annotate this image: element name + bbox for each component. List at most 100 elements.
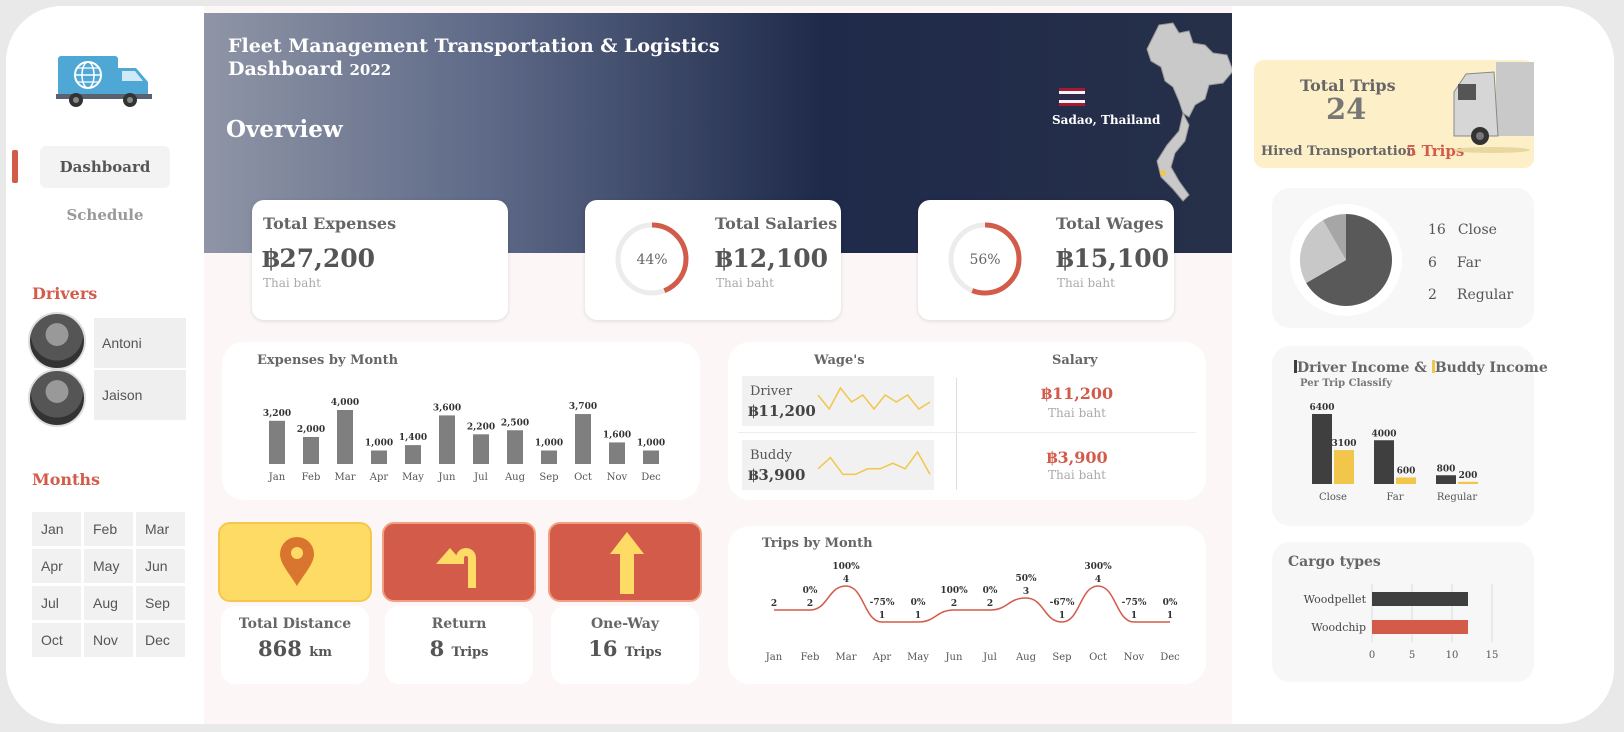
sparkline <box>817 386 931 411</box>
cargo-bar-chart: 0 5 10 15 Woodpellet Woodchip <box>1304 584 1498 661</box>
month-button[interactable]: Mar <box>136 512 185 546</box>
kpi-value: ฿12,100 <box>715 244 829 273</box>
distance-tile <box>218 522 372 602</box>
point-value-label: 2 <box>951 599 957 609</box>
point-value-label: 1 <box>1131 611 1137 621</box>
point-pct-label: 100% <box>940 586 968 596</box>
tile-label: One-Way <box>590 616 660 632</box>
trip-distance-box: 16 Close 6 Far 2 Regular <box>1272 188 1534 328</box>
wage-name: Driver <box>750 384 793 399</box>
month-button[interactable]: Jun <box>136 549 185 583</box>
x-tick-label: 0 <box>1369 650 1375 661</box>
months-title: Months <box>32 470 101 489</box>
overview-heading: Overview <box>226 116 343 143</box>
driver-sparkline <box>817 386 931 411</box>
cargo-bar <box>1372 620 1468 634</box>
month-button[interactable]: Sep <box>136 586 185 620</box>
bar-data-label: 800 <box>1437 464 1456 474</box>
tile-label: Return <box>431 616 487 632</box>
point-pct-label: 0% <box>1163 598 1178 608</box>
tile-value-row: 868 km <box>221 636 369 661</box>
expense-bar <box>473 434 489 464</box>
semi-truck-icon <box>1453 62 1534 153</box>
buddy-sparkline <box>817 450 931 476</box>
legend-count: 16 <box>1428 222 1446 238</box>
x-tick-label: Jul <box>982 652 997 663</box>
salary-unit: Thai baht <box>1048 406 1106 420</box>
bar-data-label: 1,600 <box>603 430 631 440</box>
thailand-flag-icon <box>1059 88 1085 106</box>
month-button[interactable]: Apr <box>32 549 81 583</box>
month-button[interactable]: Jan <box>32 512 81 546</box>
month-button[interactable]: Oct <box>32 623 81 657</box>
expense-bar <box>575 414 591 464</box>
tile-value: 16 <box>588 636 618 661</box>
income-bar <box>1312 414 1332 484</box>
income-bar <box>1458 481 1478 484</box>
x-tick-label: Jan <box>765 652 783 663</box>
bar-data-label: 3,700 <box>569 402 597 412</box>
salaries-donut: 44% <box>615 222 689 296</box>
month-button[interactable]: Dec <box>136 623 185 657</box>
expense-bar <box>439 415 455 464</box>
x-tick-label: Mar <box>836 652 857 663</box>
expense-bar <box>643 450 659 464</box>
bar-data-label: 4,000 <box>331 398 359 408</box>
point-pct-label: 100% <box>832 562 860 572</box>
wage-row-driver: Driver ฿11,200 <box>742 376 934 426</box>
x-tick-label: Sep <box>539 472 558 483</box>
legend-label: Regular <box>1456 287 1514 303</box>
legend-count: 2 <box>1428 287 1437 303</box>
x-tick-label: Jul <box>473 472 488 483</box>
wages-donut: 56% <box>948 222 1022 296</box>
hired-label: Hired Transportation <box>1261 144 1416 159</box>
trips-line-chart: 2 Jan 2 0% Feb 4 100% Mar 1 -75% Apr 1 0% May 2 100% Jun… <box>765 562 1180 663</box>
total-trips-value: 24 <box>1326 92 1367 126</box>
pie-legend-close: 16 Close <box>1428 222 1497 238</box>
kpi-total-wages: 56% Total Wages ฿15,100 Thai baht <box>918 200 1174 320</box>
donut-percent: 44% <box>636 252 667 268</box>
nav-schedule[interactable]: Schedule <box>40 194 170 236</box>
kpi-total-expenses: Total Expenses ฿27,200 Thai baht <box>252 200 508 320</box>
driver-item-antoni[interactable]: Antoni <box>94 318 186 368</box>
x-tick-label: Oct <box>1089 652 1107 663</box>
expense-bar <box>337 410 353 464</box>
wage-salary-panel: Wage's Salary Driver ฿11,200 Buddy ฿3,90… <box>728 342 1206 500</box>
month-button[interactable]: Aug <box>84 586 133 620</box>
month-button[interactable]: Feb <box>84 512 133 546</box>
expenses-by-month-panel: Expenses by Month 3,200 Jan 2,000 Feb 4,000 M… <box>222 342 700 500</box>
tile-value: 868 <box>258 636 302 661</box>
one-way-tile <box>548 522 702 602</box>
bar-data-label: 1,400 <box>399 433 427 443</box>
sidebar: Dashboard Schedule Drivers Antoni Jaison… <box>6 6 204 724</box>
kpi-value: ฿15,100 <box>1056 244 1170 273</box>
x-tick-label: Nov <box>1124 652 1145 663</box>
expense-bar <box>303 437 319 464</box>
driver-item-jaison[interactable]: Jaison <box>94 370 186 420</box>
bar-data-label: 4000 <box>1371 429 1396 439</box>
wage-name: Buddy <box>750 448 792 463</box>
tile-value: 8 <box>429 636 445 661</box>
month-button[interactable]: Jul <box>32 586 81 620</box>
month-button[interactable]: Nov <box>84 623 133 657</box>
x-tick-label: Nov <box>607 472 628 483</box>
salary-unit: Thai baht <box>1048 468 1106 482</box>
total-trips-card: Total Trips 24 Hired Transportation 5 Tr… <box>1254 60 1534 168</box>
nav-dashboard[interactable]: Dashboard <box>40 146 170 188</box>
income-bar <box>1396 477 1416 484</box>
income-bar <box>1334 450 1354 484</box>
arrow-up-icon <box>610 532 644 594</box>
cargo-box: Cargo types 0 5 10 15 Woodpellet Woodchip <box>1272 542 1534 682</box>
x-tick-label: Feb <box>302 472 321 483</box>
x-tick-label: Sep <box>1052 652 1071 663</box>
legend-count: 6 <box>1428 255 1437 271</box>
salary-value: ฿3,900 <box>1046 448 1108 467</box>
month-button[interactable]: May <box>84 549 133 583</box>
divider <box>738 432 1196 433</box>
point-pct-label: -75% <box>1122 598 1147 608</box>
bar-data-label: 1,000 <box>637 439 665 449</box>
bar-data-label: 2,000 <box>297 425 325 435</box>
driver-avatar-jaison <box>28 369 86 427</box>
legend-label: Far <box>1456 255 1481 271</box>
x-tick-label: Jun <box>438 472 456 483</box>
